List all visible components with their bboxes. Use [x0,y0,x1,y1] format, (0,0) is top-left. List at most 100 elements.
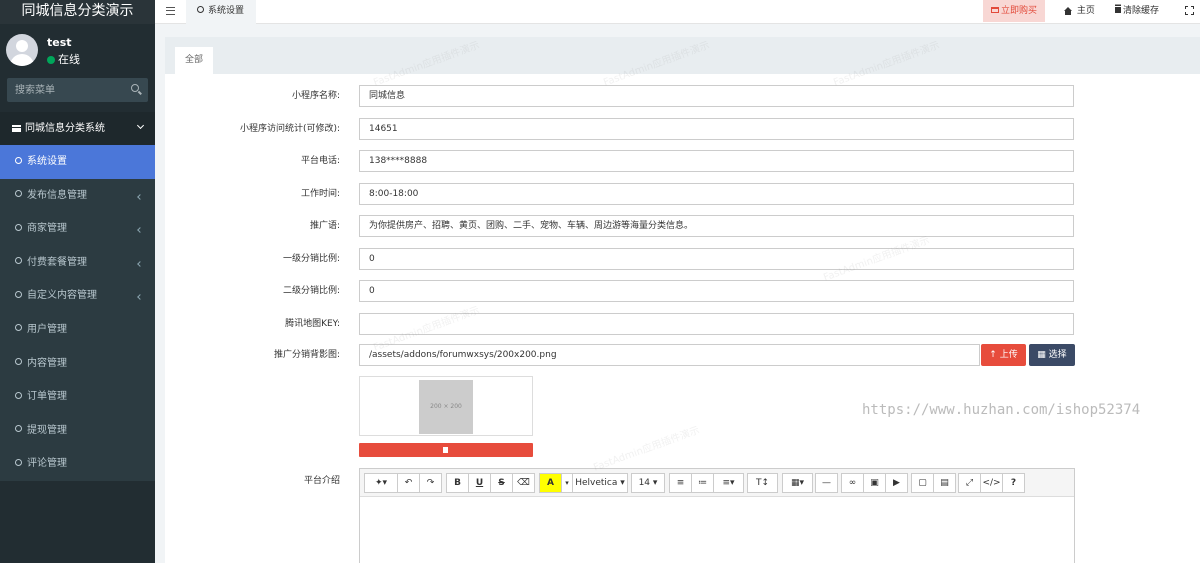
slogan-input[interactable]: 为你提供房产、招聘、黄页、团购、二手、宠物、车辆、周边游等海量分类信息。 [359,215,1074,237]
editor-toolbar: ✦▾ ↶ ↷ B U S ⌫ A ▾ Helvetica ▾ 14 ▾ ≡ ≔ … [360,469,1074,497]
text-color-icon[interactable]: A [539,473,562,493]
field-label: 小程序访问统计(可修改): [239,123,340,134]
work-hours-input[interactable]: 8:00-18:00 [359,182,1074,205]
align-icon[interactable]: ≡▾ [713,473,744,493]
visit-count-input[interactable]: 14651 [359,117,1074,140]
form-row: 平台电话: 138****8888 [165,150,1200,172]
circle-icon [15,324,22,332]
miniprogram-name-input[interactable]: 同城信息 [359,85,1074,107]
form-row: 腾讯地图KEY: [165,312,1200,335]
search-icon[interactable] [131,84,139,92]
circle-icon [15,358,22,366]
sidebar-item-merchants[interactable]: 商家管理 [0,212,155,246]
table-icon[interactable]: ▦▾ [782,473,813,493]
sidebar-item-custom-content[interactable]: 自定义内容管理 [0,279,155,313]
menu-toggle-icon[interactable] [166,7,175,15]
numbered-list-icon[interactable]: ≔ [691,473,714,493]
redo-icon[interactable]: ↷ [419,473,442,493]
form-row: 一级分销比例: 0 [165,247,1200,270]
circle-icon [15,391,22,399]
circle-icon [15,257,22,265]
background-image-path-input[interactable]: /assets/addons/forumwxsys/200x200.png [359,344,980,366]
home-link[interactable]: 主页 [1064,0,1095,22]
undo-icon[interactable]: ↶ [397,473,420,493]
top-navbar: 系统设置 立即购买 主页 清除缓存 [155,0,1200,24]
buy-now-button[interactable]: 立即购买 [983,0,1045,22]
image-preview: 200 × 200 [359,376,533,436]
clear-cache-button[interactable]: 清除缓存 [1115,0,1159,22]
strikethrough-icon[interactable]: S [490,473,513,493]
line-height-icon[interactable]: T↕ [747,473,778,493]
underline-icon[interactable]: U [468,473,491,493]
sidebar-item-comments[interactable]: 评论管理 [0,447,155,481]
field-label: 二级分销比例: [282,286,340,296]
link-icon[interactable]: ∞ [841,473,864,493]
help-icon[interactable]: ? [1002,473,1025,493]
user-name: test [47,36,72,49]
video-icon[interactable]: ▶ [885,473,908,493]
circle-icon [15,190,22,198]
font-family-select[interactable]: Helvetica ▾ [572,473,628,493]
horizontal-rule-icon[interactable]: — [815,473,838,493]
map-key-input[interactable] [359,312,1074,335]
eraser-icon[interactable]: ⌫ [512,473,535,493]
overlay-url: https://www.huzhan.com/ishop52374 [862,402,1141,418]
avatar [6,34,38,66]
trash-icon [1115,6,1121,13]
editor-label: 平台介绍 [303,476,340,486]
font-size-select[interactable]: 14 ▾ [631,473,665,493]
sidebar-item-orders[interactable]: 订单管理 [0,380,155,414]
code-view-icon[interactable]: </> [980,473,1003,493]
delete-image-button[interactable] [359,443,533,457]
home-icon [1064,6,1072,15]
sidebar-section-header[interactable]: 同城信息分类系统 [0,112,155,145]
field-label: 推广分销背影图: [273,350,340,360]
insert-image-icon[interactable]: ▢ [911,473,934,493]
bold-icon[interactable]: B [446,473,469,493]
upload-button[interactable]: ↑ 上传 [981,344,1026,366]
tab-all[interactable]: 全部 [175,47,213,74]
chevron-left-icon [137,294,143,301]
field-label: 小程序名称: [291,91,340,101]
menu-search[interactable] [7,78,148,102]
panel-tabs: 全部 [165,37,1200,74]
user-status: 在线 [47,51,80,67]
settings-panel: 全部 小程序名称: 同城信息 小程序访问统计(可修改): 14651 平台电话:… [165,37,1200,563]
circle-icon [197,6,204,13]
sidebar-item-posts[interactable]: 发布信息管理 [0,178,155,213]
form-row: 推广分销背影图: /assets/addons/forumwxsys/200x2… [165,344,1200,366]
field-label: 一级分销比例: [282,253,340,264]
sidebar-item-withdrawals[interactable]: 提现管理 [0,413,155,448]
image-icon[interactable]: ▣ [863,473,886,493]
select-button[interactable]: ▦ 选择 [1029,344,1075,366]
image-placeholder: 200 × 200 [419,380,473,434]
circle-icon [15,458,22,466]
level2-ratio-input[interactable]: 0 [359,280,1074,302]
sidebar-item-users[interactable]: 用户管理 [0,312,155,347]
app-title[interactable]: 同城信息分类演示 [0,0,155,24]
insert-file-icon[interactable]: ▤ [933,473,956,493]
tab-system-settings[interactable]: 系统设置 [186,0,256,24]
trash-icon [443,447,448,453]
sidebar-item-system-settings[interactable]: 系统设置 [0,145,155,179]
sidebar-item-content[interactable]: 内容管理 [0,346,155,381]
field-label: 平台电话: [300,156,340,166]
chevron-left-icon [137,193,143,200]
fullscreen-icon[interactable] [1185,6,1194,15]
rich-text-editor: ✦▾ ↶ ↷ B U S ⌫ A ▾ Helvetica ▾ 14 ▾ ≡ ≔ … [359,468,1075,563]
field-label: 工作时间: [300,188,340,199]
magic-wand-icon[interactable]: ✦▾ [364,473,398,493]
form-row: 工作时间: 8:00-18:00 [165,182,1200,205]
bullet-list-icon[interactable]: ≡ [669,473,692,493]
sidebar-item-paid-plans[interactable]: 付费套餐管理 [0,245,155,280]
sidebar: 同城信息分类演示 test 在线 同城信息分类系统 系统设置 发布信息管理 商家… [0,0,155,563]
form-row: 二级分销比例: 0 [165,280,1200,302]
form-row: 小程序名称: 同城信息 [165,85,1200,107]
menu-search-input[interactable] [7,78,122,102]
field-label: 腾讯地图KEY: [285,318,340,329]
user-panel: test 在线 [0,24,155,71]
fullscreen-icon[interactable]: ⤢ [958,473,981,493]
circle-icon [15,425,22,433]
phone-input[interactable]: 138****8888 [359,150,1074,172]
level1-ratio-input[interactable]: 0 [359,247,1074,270]
